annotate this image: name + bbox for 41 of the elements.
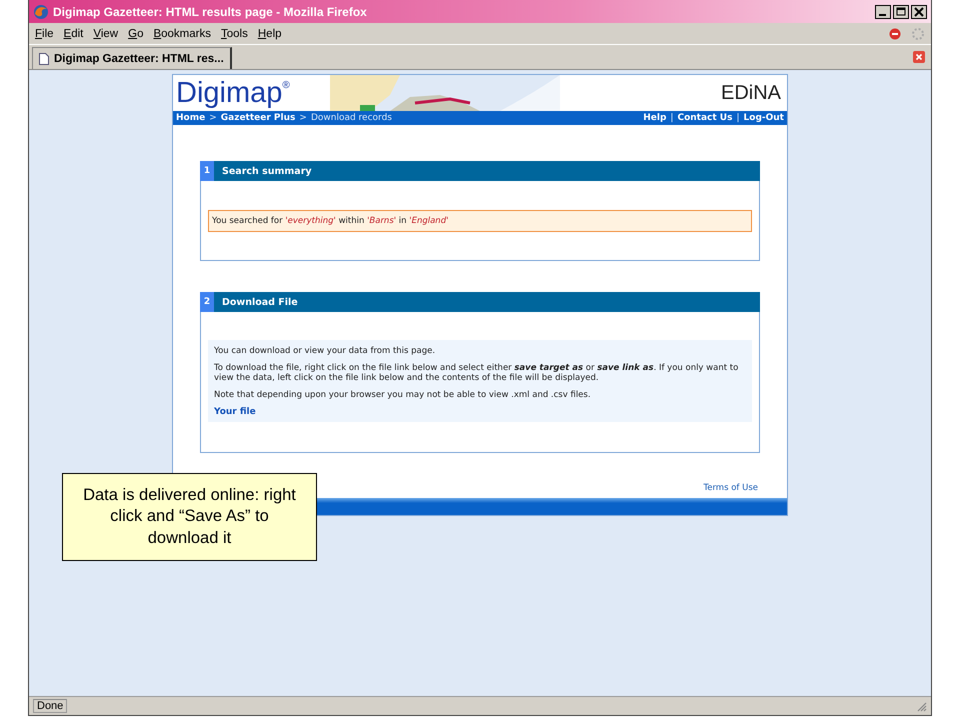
menu-item[interactable]: View <box>93 28 118 40</box>
info-paragraph: To download the file, right click on the file link below and select either save target as or save link as. If you only want to view the data, left click on the file link below and the contents of the file will be displayed. <box>214 362 740 384</box>
menu-item[interactable]: Bookmarks <box>153 28 211 40</box>
menu-item[interactable]: File <box>35 28 54 40</box>
status-text: Done <box>33 699 68 713</box>
step-number: 1 <box>200 161 214 181</box>
globe-icon <box>33 4 49 20</box>
minimize-icon[interactable] <box>875 4 891 18</box>
file-link[interactable]: Your file <box>214 406 256 416</box>
close-tab-icon[interactable] <box>913 51 925 63</box>
breadcrumb-separator: > <box>209 113 217 123</box>
panel-title: Download File <box>222 296 298 308</box>
breadcrumb-separator: > <box>299 113 307 123</box>
info-paragraph: Note that depending upon your browser you may not be able to view .xml and .csv files. <box>214 390 591 400</box>
panel-title: Search summary <box>222 166 312 176</box>
menu-item[interactable]: Tools <box>221 28 248 40</box>
menu-item[interactable]: Edit <box>64 28 84 40</box>
callout-note: Data is delivered online: right click and “Save As” to download it <box>62 473 317 561</box>
resize-grip-icon[interactable] <box>915 700 927 712</box>
page-icon <box>39 52 49 64</box>
header-link[interactable]: Contact Us <box>677 113 732 123</box>
close-icon[interactable] <box>911 4 927 18</box>
link-separator: | <box>736 113 740 123</box>
stop-icon[interactable] <box>889 28 901 40</box>
breadcrumb-link[interactable]: Gazetteer Plus <box>220 113 296 123</box>
terms-link[interactable]: Terms of Use <box>703 482 758 492</box>
browser-tab[interactable]: Digimap Gazetteer: HTML res... <box>32 47 232 69</box>
throbber-icon <box>911 26 925 40</box>
header-link[interactable]: Log-Out <box>744 113 784 123</box>
info-paragraph: You can download or view your data from this page. <box>214 346 436 357</box>
partner-logo: EDiNA <box>720 82 782 104</box>
search-summary-message: You searched for 'everything' within 'Barns' in 'England' <box>208 210 752 232</box>
window-title: Digimap Gazetteer: HTML results page - Mozilla Firefox <box>53 4 367 18</box>
menu-item[interactable]: Help <box>258 28 282 40</box>
maximize-icon[interactable] <box>893 4 909 18</box>
site-logo[interactable]: Digimap$^{®}$ <box>173 78 290 108</box>
step-number: 2 <box>200 292 214 312</box>
link-separator: | <box>670 113 674 123</box>
menu-item[interactable]: Go <box>128 28 144 40</box>
header-link[interactable]: Help <box>643 113 666 123</box>
breadcrumb-link[interactable]: Home <box>176 113 206 123</box>
